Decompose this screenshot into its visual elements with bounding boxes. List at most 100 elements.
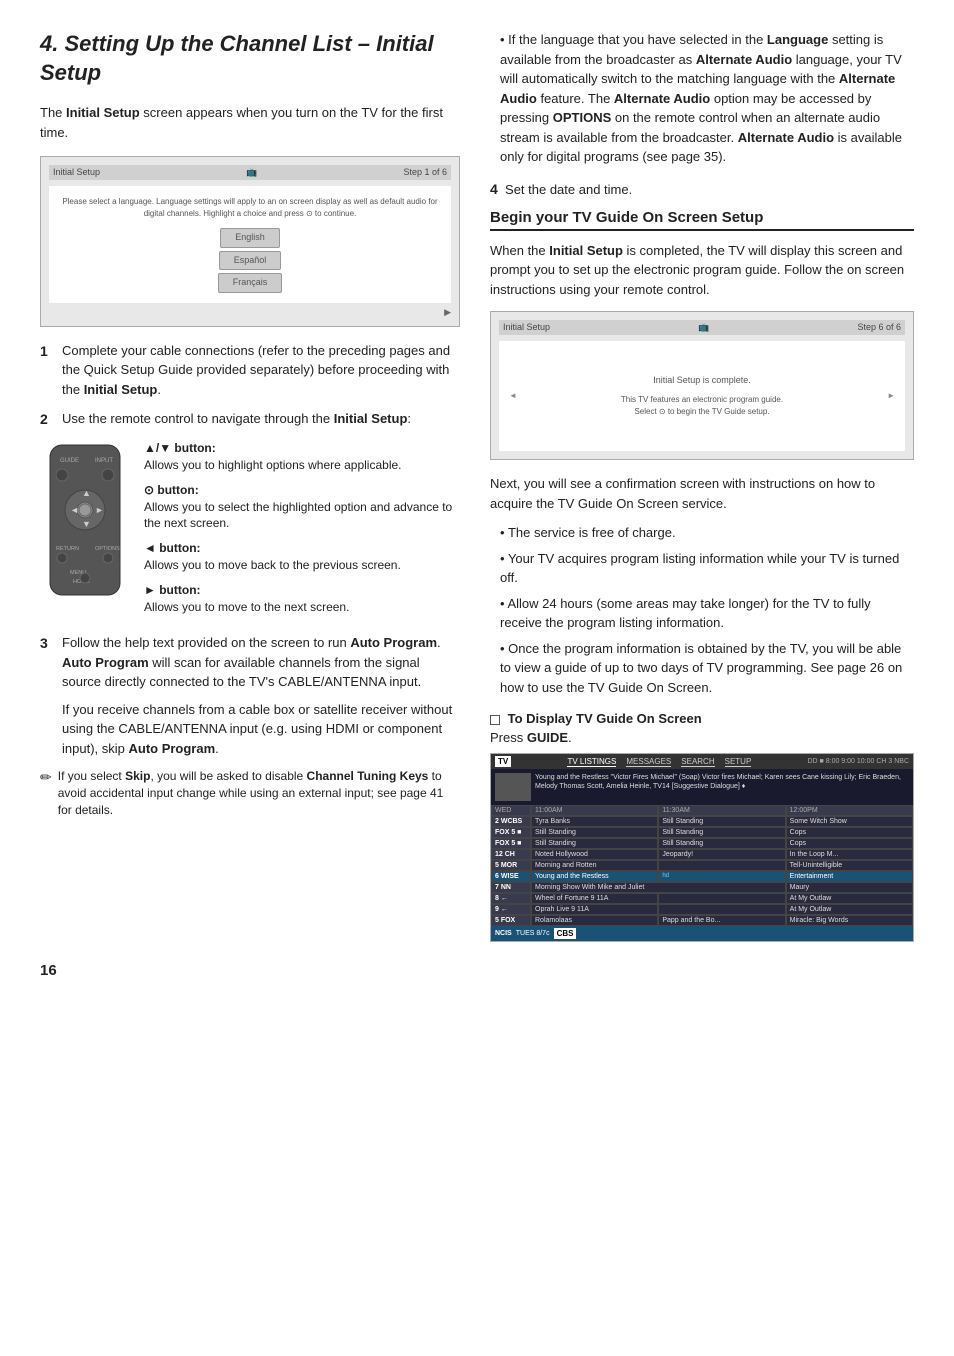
screen-step: Step 1 of 6 [403,167,447,178]
screen6-line1: Initial Setup is complete. [621,374,783,388]
to-display-title: To Display TV Guide On Screen [490,711,914,726]
section-heading-begin: Begin your TV Guide On Screen Setup [490,209,914,231]
guide-cell-8-2[interactable] [658,893,785,904]
guide-cell-10-1[interactable]: Rolamolaas [531,915,658,926]
bullet-24hrs: Allow 24 hours (some areas may take long… [500,594,914,633]
tv-guide-grid: 2 WCBS Tyra Banks Still Standing Some Wi… [491,816,913,926]
step-3-number: 3 [40,633,54,758]
screen6-title: Initial Setup [503,322,550,333]
bullet-two-days: Once the program information is obtained… [500,639,914,698]
guide-cell-4-2[interactable]: Jeopardy! [658,849,785,860]
page-number: 16 [40,962,914,979]
select-button-text: Allows you to select the highlighted opt… [144,500,452,531]
step-3-content: Follow the help text provided on the scr… [62,633,460,758]
screen-body: Please select a language. Language setti… [49,186,451,303]
guide-cell-10-3[interactable]: Miracle: Big Words [786,915,913,926]
initial-setup-screen-step1: Initial Setup 📺 Step 1 of 6 Please selec… [40,156,460,327]
guide-chan-3: FOX 5 ■ [491,838,531,849]
step-1-number: 1 [40,341,54,400]
guide-cell-3-2[interactable]: Still Standing [658,838,785,849]
tab-tv-listings[interactable]: TV LISTINGS [567,757,616,767]
step-2: 2 Use the remote control to navigate thr… [40,409,460,430]
svg-text:RETURN: RETURN [56,546,79,552]
guide-cell-3-3[interactable]: Cops [786,838,913,849]
note-text: If you select Skip, you will be asked to… [58,768,460,818]
guide-header-t2: 11:30AM [658,805,785,816]
english-button[interactable]: English [220,228,280,248]
guide-cell-1-3[interactable]: Some Witch Show [786,816,913,827]
guide-cell-5-3[interactable]: Tell-Unintelligible [786,860,913,871]
tv-guide-top-bar: TV TV LISTINGS MESSAGES SEARCH SETUP DD … [491,754,913,769]
tab-setup[interactable]: SETUP [725,757,752,767]
guide-status: DD ■ 8:00 9:00 10:00 CH 3 NBC [808,758,910,765]
espanol-button[interactable]: Español [219,251,282,271]
screen-instructions: Please select a language. Language setti… [59,196,441,220]
screen-nav: ▶ [49,307,451,318]
guide-cell-4-1[interactable]: Noted Hollywood [531,849,658,860]
screen6-header: Initial Setup 📺 Step 6 of 6 [499,320,905,335]
up-down-button-desc: ▲/▼ button: Allows you to highlight opti… [144,440,460,474]
to-display-section: To Display TV Guide On Screen Press GUID… [490,711,914,745]
tv-guide-preview: Young and the Restless "Victor Fires Mic… [491,769,913,805]
guide-cell-4-3[interactable]: In the Loop M... [786,849,913,860]
guide-chan-5: 5 MOR [491,860,531,871]
left-column: 4. Setting Up the Channel List – Initial… [40,30,460,942]
guide-cell-9-1[interactable]: Oprah Live 9 11A [531,904,658,915]
guide-cell-2-3[interactable]: Cops [786,827,913,838]
svg-text:◄: ◄ [70,505,79,515]
right-column: If the language that you have selected i… [490,30,914,942]
guide-cell-2-1[interactable]: Still Standing [531,827,658,838]
guide-cell-2-2[interactable]: Still Standing [658,827,785,838]
forward-button-text: Allows you to move to the next screen. [144,600,349,614]
guide-cell-10-2[interactable]: Papp and the Bo... [658,915,785,926]
back-button-desc: ◄ button: Allows you to move back to the… [144,540,460,574]
guide-header-t1: 11:00AM [531,805,658,816]
guide-cell-1-2[interactable]: Still Standing [658,816,785,827]
tv-guide-mockup: TV TV LISTINGS MESSAGES SEARCH SETUP DD … [490,753,914,942]
svg-text:GUIDE: GUIDE [60,458,79,464]
tv-guide-description: Young and the Restless "Victor Fires Mic… [535,773,909,801]
forward-button-label: ► button: [144,583,201,597]
guide-cbs-logo: CBS [554,928,577,939]
note-icon: ✏ [40,768,52,818]
section-intro-text: When the Initial Setup is completed, the… [490,241,914,300]
screen-logo: 📺 [246,167,257,178]
guide-cell-1-1[interactable]: Tyra Banks [531,816,658,827]
bullet-acquires: Your TV acquires program listing informa… [500,549,914,588]
guide-chan-7: 7 NN [491,882,531,893]
guide-chan-1: 2 WCBS [491,816,531,827]
guide-chan-6: 6 WISE [491,871,531,882]
guide-cell-7-3[interactable]: Maury [786,882,913,893]
tab-messages[interactable]: MESSAGES [626,757,671,767]
guide-cell-5-1[interactable]: Morning and Rotten [531,860,658,871]
guide-cell-8-3[interactable]: At My Outlaw [786,893,913,904]
guide-chan-2: FOX 5 ■ [491,827,531,838]
step-3: 3 Follow the help text provided on the s… [40,633,460,758]
tv-guide-bottom-bar: NCIS TUES 8/7c CBS [491,926,913,941]
select-button-desc: ⊙ button: Allows you to select the highl… [144,482,460,532]
guide-chan-4: 12 CH [491,849,531,860]
guide-cell-9-2[interactable] [658,904,785,915]
step-4: 4 Set the date and time. [490,181,914,197]
step-2-number: 2 [40,409,54,430]
checkbox-icon [490,715,500,725]
guide-chan-8: 8 ← [491,893,531,904]
button-descriptions: ▲/▼ button: Allows you to highlight opti… [144,440,460,623]
guide-cell-6-3[interactable]: Entertainment [786,871,913,882]
guide-cell-7-1[interactable]: Morning Show With Mike and Juliet [531,882,786,893]
francais-button[interactable]: Français [218,273,283,293]
right-bullet-list: If the language that you have selected i… [490,30,914,167]
guide-cell-5-2[interactable] [658,860,785,871]
guide-cell-6-1[interactable]: Young and the Restless [531,871,658,882]
remote-svg: GUIDE INPUT ▲ ▼ ◄ ► [40,440,130,600]
up-down-button-text: Allows you to highlight options where ap… [144,458,402,472]
guide-cell-9-3[interactable]: At My Outlaw [786,904,913,915]
guide-cell-3-1[interactable]: Still Standing [531,838,658,849]
to-display-text: Press GUIDE. [490,730,914,745]
guide-cell-6-hd: hd [658,871,785,882]
remote-image: GUIDE INPUT ▲ ▼ ◄ ► [40,440,130,623]
guide-logo: TV [495,756,511,767]
tab-search[interactable]: SEARCH [681,757,714,767]
screen6-line3: Select ⊙ to begin the TV Guide setup. [621,406,783,418]
guide-cell-8-1[interactable]: Wheel of Fortune 9 11A [531,893,658,904]
